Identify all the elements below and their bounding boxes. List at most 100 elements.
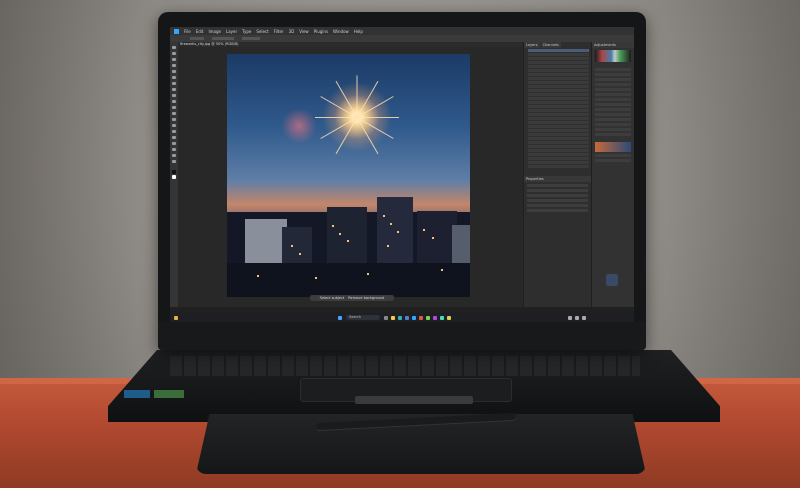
options-control[interactable] <box>242 37 260 40</box>
quick-select-tool-icon[interactable] <box>172 64 176 67</box>
property-field[interactable] <box>527 184 588 187</box>
layer-row[interactable] <box>528 141 589 144</box>
zoom-tool-icon[interactable] <box>172 160 176 163</box>
adjustment-item[interactable] <box>595 93 631 96</box>
remove-background-button[interactable]: Remove background <box>348 296 384 300</box>
menu-layer[interactable]: Layer <box>226 29 237 34</box>
adjustment-item[interactable] <box>595 108 631 111</box>
options-control[interactable] <box>212 37 234 40</box>
layer-row[interactable] <box>528 93 589 96</box>
adjustment-item[interactable] <box>595 98 631 101</box>
layer-row[interactable] <box>528 149 589 152</box>
layer-row[interactable] <box>528 49 589 52</box>
adjustment-item[interactable] <box>595 118 631 121</box>
history-brush-tool-icon[interactable] <box>172 100 176 103</box>
adjustment-item[interactable] <box>595 68 631 71</box>
tab-layers[interactable]: Layers <box>524 42 540 48</box>
task-view-icon[interactable] <box>384 316 388 320</box>
layer-row[interactable] <box>528 61 589 64</box>
type-tool-icon[interactable] <box>172 136 176 139</box>
layer-row[interactable] <box>528 73 589 76</box>
layer-row[interactable] <box>528 161 589 164</box>
layer-row[interactable] <box>528 157 589 160</box>
menu-edit[interactable]: Edit <box>196 29 204 34</box>
app-icon[interactable] <box>419 316 423 320</box>
layer-row[interactable] <box>528 85 589 88</box>
fireworks-city-photo[interactable] <box>227 54 470 297</box>
dodge-tool-icon[interactable] <box>172 124 176 127</box>
search-box[interactable]: Search <box>346 315 380 320</box>
property-field[interactable] <box>527 204 588 207</box>
background-color-icon[interactable] <box>172 175 176 179</box>
pen-tool-icon[interactable] <box>172 130 176 133</box>
tab-channels[interactable]: Channels <box>540 42 561 48</box>
wifi-icon[interactable] <box>568 316 572 320</box>
shape-tool-icon[interactable] <box>172 148 176 151</box>
menu-type[interactable]: Type <box>242 29 251 34</box>
store-icon[interactable] <box>405 316 409 320</box>
eyedropper-tool-icon[interactable] <box>172 76 176 79</box>
tab-properties[interactable]: Properties <box>524 176 591 182</box>
adjustment-item[interactable] <box>595 159 631 162</box>
layer-row[interactable] <box>528 89 589 92</box>
adjustment-item[interactable] <box>595 103 631 106</box>
eraser-tool-icon[interactable] <box>172 106 176 109</box>
layer-row[interactable] <box>528 117 589 120</box>
gradient-tool-icon[interactable] <box>172 112 176 115</box>
layer-row[interactable] <box>528 129 589 132</box>
property-field[interactable] <box>527 194 588 197</box>
weather-icon[interactable] <box>174 316 178 320</box>
stamp-tool-icon[interactable] <box>172 94 176 97</box>
layer-row[interactable] <box>528 81 589 84</box>
lasso-tool-icon[interactable] <box>172 58 176 61</box>
layer-row[interactable] <box>528 133 589 136</box>
layer-row[interactable] <box>528 109 589 112</box>
adjustment-item[interactable] <box>595 123 631 126</box>
menu-select[interactable]: Select <box>256 29 268 34</box>
adjustment-item[interactable] <box>595 128 631 131</box>
app-icon[interactable] <box>433 316 437 320</box>
adjustment-thumbnail[interactable] <box>595 142 631 152</box>
file-explorer-icon[interactable] <box>391 316 395 320</box>
layer-row[interactable] <box>528 53 589 56</box>
menu-image[interactable]: Image <box>208 29 221 34</box>
menu-3d[interactable]: 3D <box>289 29 295 34</box>
select-subject-button[interactable]: Select subject <box>320 296 345 300</box>
layer-row[interactable] <box>528 125 589 128</box>
layer-row[interactable] <box>528 145 589 148</box>
layer-row[interactable] <box>528 97 589 100</box>
layer-row[interactable] <box>528 137 589 140</box>
healing-tool-icon[interactable] <box>172 82 176 85</box>
layer-row[interactable] <box>528 113 589 116</box>
hand-tool-icon[interactable] <box>172 154 176 157</box>
options-control[interactable] <box>190 37 204 40</box>
photoshop-taskbar-icon[interactable] <box>412 316 416 320</box>
app-icon[interactable] <box>426 316 430 320</box>
move-tool-icon[interactable] <box>172 46 176 49</box>
battery-icon[interactable] <box>582 316 586 320</box>
edge-icon[interactable] <box>398 316 402 320</box>
layer-row[interactable] <box>528 153 589 156</box>
marquee-tool-icon[interactable] <box>172 52 176 55</box>
layer-row[interactable] <box>528 105 589 108</box>
layer-row[interactable] <box>528 57 589 60</box>
blur-tool-icon[interactable] <box>172 118 176 121</box>
crop-tool-icon[interactable] <box>172 70 176 73</box>
adjustment-item[interactable] <box>595 113 631 116</box>
layer-row[interactable] <box>528 121 589 124</box>
menu-view[interactable]: View <box>299 29 309 34</box>
adjustment-item[interactable] <box>595 78 631 81</box>
ps-logo-icon[interactable] <box>174 28 179 34</box>
brush-tool-icon[interactable] <box>172 88 176 91</box>
menu-filter[interactable]: Filter <box>274 29 284 34</box>
foreground-color-icon[interactable] <box>172 170 176 174</box>
menu-help[interactable]: Help <box>354 29 363 34</box>
menu-file[interactable]: File <box>184 29 191 34</box>
adjustment-item[interactable] <box>595 83 631 86</box>
menu-plugins[interactable]: Plugins <box>314 29 328 34</box>
adjustment-item[interactable] <box>595 154 631 157</box>
volume-icon[interactable] <box>575 316 579 320</box>
adjustment-item[interactable] <box>595 73 631 76</box>
menu-window[interactable]: Window <box>333 29 349 34</box>
app-icon[interactable] <box>440 316 444 320</box>
